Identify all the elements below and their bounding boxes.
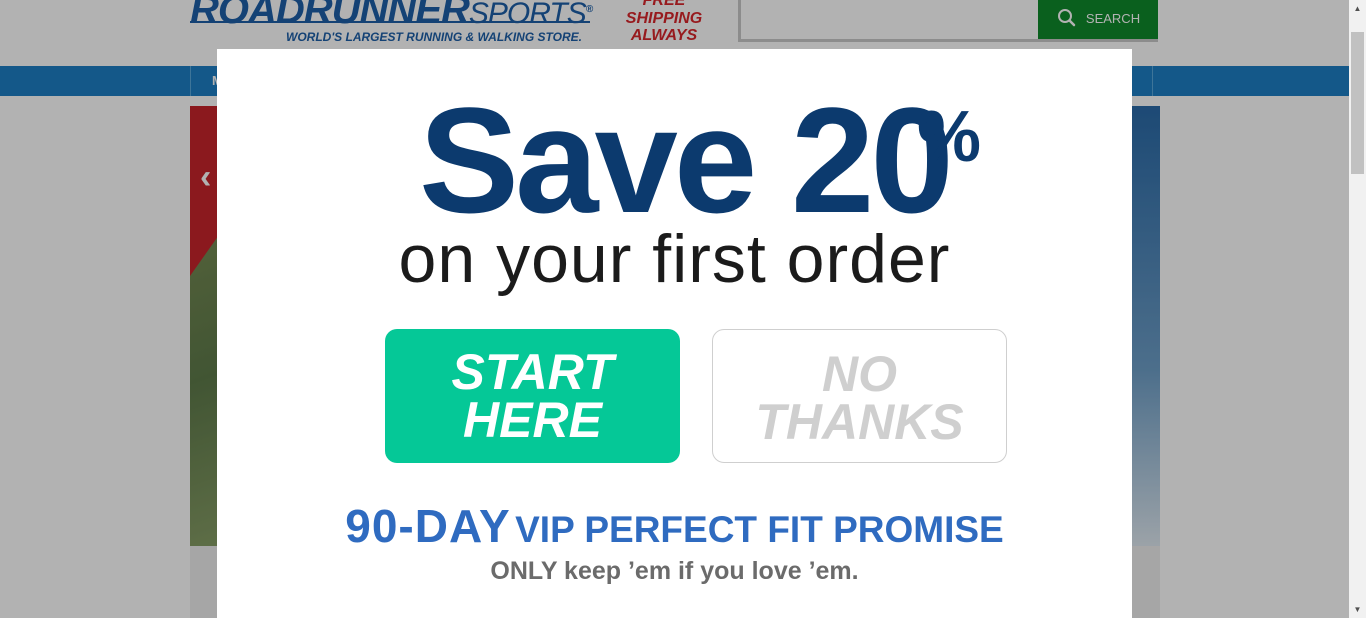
subheadline: on your first order (398, 221, 951, 297)
no-button-line-1: NO (821, 346, 897, 402)
scroll-down-arrow-icon[interactable]: ▼ (1349, 601, 1366, 618)
no-button-line-2: THANKS (755, 394, 964, 450)
promise-90-day: 90-DAY (345, 500, 511, 552)
headline-save: Save 20 (419, 76, 954, 244)
promise-subtext: ONLY keep ’em if you love ’em. (490, 557, 859, 585)
scroll-thumb[interactable] (1351, 32, 1364, 174)
promise-text: VIP PERFECT FIT PROMISE (515, 509, 1004, 550)
scroll-up-arrow-icon[interactable]: ▲ (1349, 0, 1366, 17)
headline-percent: % (917, 97, 982, 177)
no-thanks-button[interactable]: NO THANKS (712, 329, 1007, 463)
promise-heading: 90-DAY VIP PERFECT FIT PROMISE (217, 499, 1132, 553)
start-button-line-2: HERE (463, 392, 602, 448)
page-scrollbar[interactable]: ▲ ▼ (1349, 0, 1366, 618)
promo-modal: Save 20 % on your first order START HERE… (217, 49, 1132, 618)
headline-row: Save 20 % (217, 85, 1132, 235)
start-here-button[interactable]: START HERE (385, 329, 680, 463)
start-button-line-1: START (451, 344, 614, 400)
